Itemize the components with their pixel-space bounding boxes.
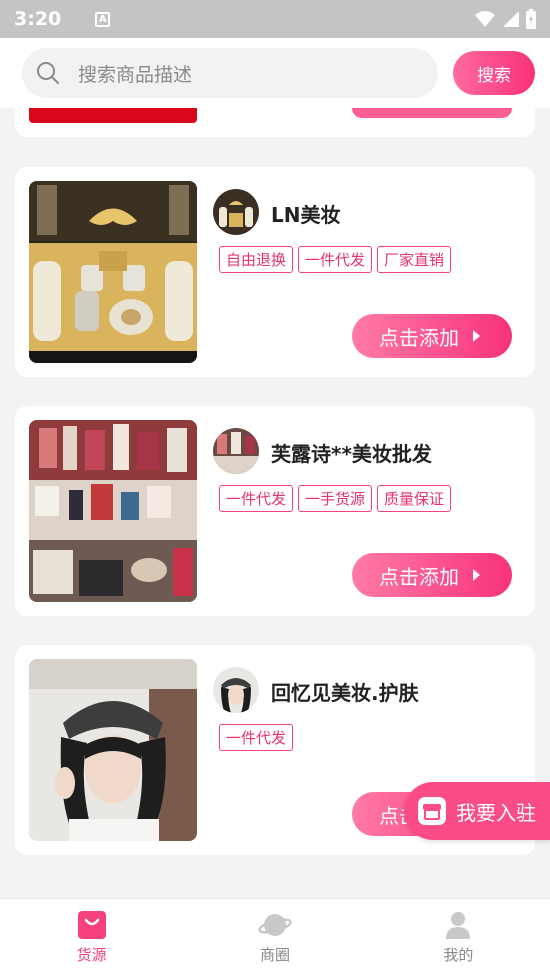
search-header: 搜索商品描述 搜索 bbox=[0, 38, 550, 108]
shop-tags: 自由退换 一件代发 厂家直销 bbox=[219, 246, 452, 273]
planet-icon bbox=[258, 914, 292, 936]
search-button[interactable]: 搜索 bbox=[453, 51, 535, 95]
add-button-label: 点击添加 bbox=[379, 564, 459, 589]
play-arrow-icon bbox=[473, 569, 480, 581]
tab-circle[interactable]: 商圈 bbox=[183, 899, 366, 979]
notification-icon: A bbox=[95, 11, 111, 27]
shop-tag: 一件代发 bbox=[298, 246, 373, 273]
status-indicators bbox=[474, 9, 536, 29]
shop-card[interactable]: LN美妆 自由退换 一件代发 厂家直销 点击添加 bbox=[15, 167, 535, 377]
shop-avatar bbox=[213, 189, 259, 235]
add-button[interactable]: 点击添加 bbox=[352, 314, 512, 358]
shop-tag: 一件代发 bbox=[219, 724, 294, 751]
shop-tag: 质量保证 bbox=[377, 485, 452, 512]
wifi-icon bbox=[475, 11, 495, 27]
shop-tag: 自由退换 bbox=[219, 246, 294, 273]
shop-name: 芙露诗**美妆批发 bbox=[271, 442, 432, 466]
shop-card-partial[interactable] bbox=[15, 108, 535, 137]
shop-thumbnail bbox=[29, 659, 197, 841]
shop-tag: 一手货源 bbox=[298, 485, 373, 512]
user-icon bbox=[446, 912, 471, 939]
join-button-label: 我要入驻 bbox=[456, 800, 536, 825]
search-icon bbox=[37, 62, 59, 84]
status-time: 3:20 bbox=[14, 8, 62, 30]
shop-list[interactable]: LN美妆 自由退换 一件代发 厂家直销 点击添加 芙露诗**美妆批发 一件代发 … bbox=[0, 108, 550, 898]
shop-tags: 一件代发 bbox=[219, 724, 294, 751]
shop-avatar bbox=[213, 667, 259, 713]
shop-name: LN美妆 bbox=[271, 203, 341, 227]
shop-card[interactable]: 芙露诗**美妆批发 一件代发 一手货源 质量保证 点击添加 bbox=[15, 406, 535, 616]
search-placeholder: 搜索商品描述 bbox=[78, 63, 193, 86]
shop-icon bbox=[418, 797, 446, 825]
play-arrow-icon bbox=[473, 330, 480, 342]
shop-name: 回忆见美妆.护肤 bbox=[271, 681, 419, 705]
tab-label: 我的 bbox=[443, 946, 474, 964]
add-button[interactable]: 点击添加 bbox=[352, 553, 512, 597]
battery-icon bbox=[526, 9, 536, 29]
bag-icon bbox=[77, 911, 106, 939]
shop-thumbnail bbox=[29, 108, 197, 123]
tab-mine[interactable]: 我的 bbox=[367, 899, 550, 979]
bottom-tab-bar: 货源 商圈 我的 bbox=[0, 898, 550, 979]
tab-label: 货源 bbox=[76, 946, 107, 964]
tab-label: 商圈 bbox=[259, 946, 290, 964]
shop-tag: 一件代发 bbox=[219, 485, 294, 512]
shop-thumbnail bbox=[29, 181, 197, 363]
join-button[interactable]: 我要入驻 bbox=[404, 782, 550, 840]
status-bar: 3:20 A bbox=[0, 0, 550, 38]
tab-source[interactable]: 货源 bbox=[0, 899, 183, 979]
signal-icon bbox=[503, 11, 519, 27]
shop-thumbnail bbox=[29, 420, 197, 602]
add-button-label: 点击添加 bbox=[379, 325, 459, 350]
search-input[interactable]: 搜索商品描述 bbox=[22, 48, 438, 98]
add-button-partial[interactable] bbox=[352, 108, 512, 118]
shop-tag: 厂家直销 bbox=[377, 246, 452, 273]
shop-tags: 一件代发 一手货源 质量保证 bbox=[219, 485, 452, 512]
shop-avatar bbox=[213, 428, 259, 474]
